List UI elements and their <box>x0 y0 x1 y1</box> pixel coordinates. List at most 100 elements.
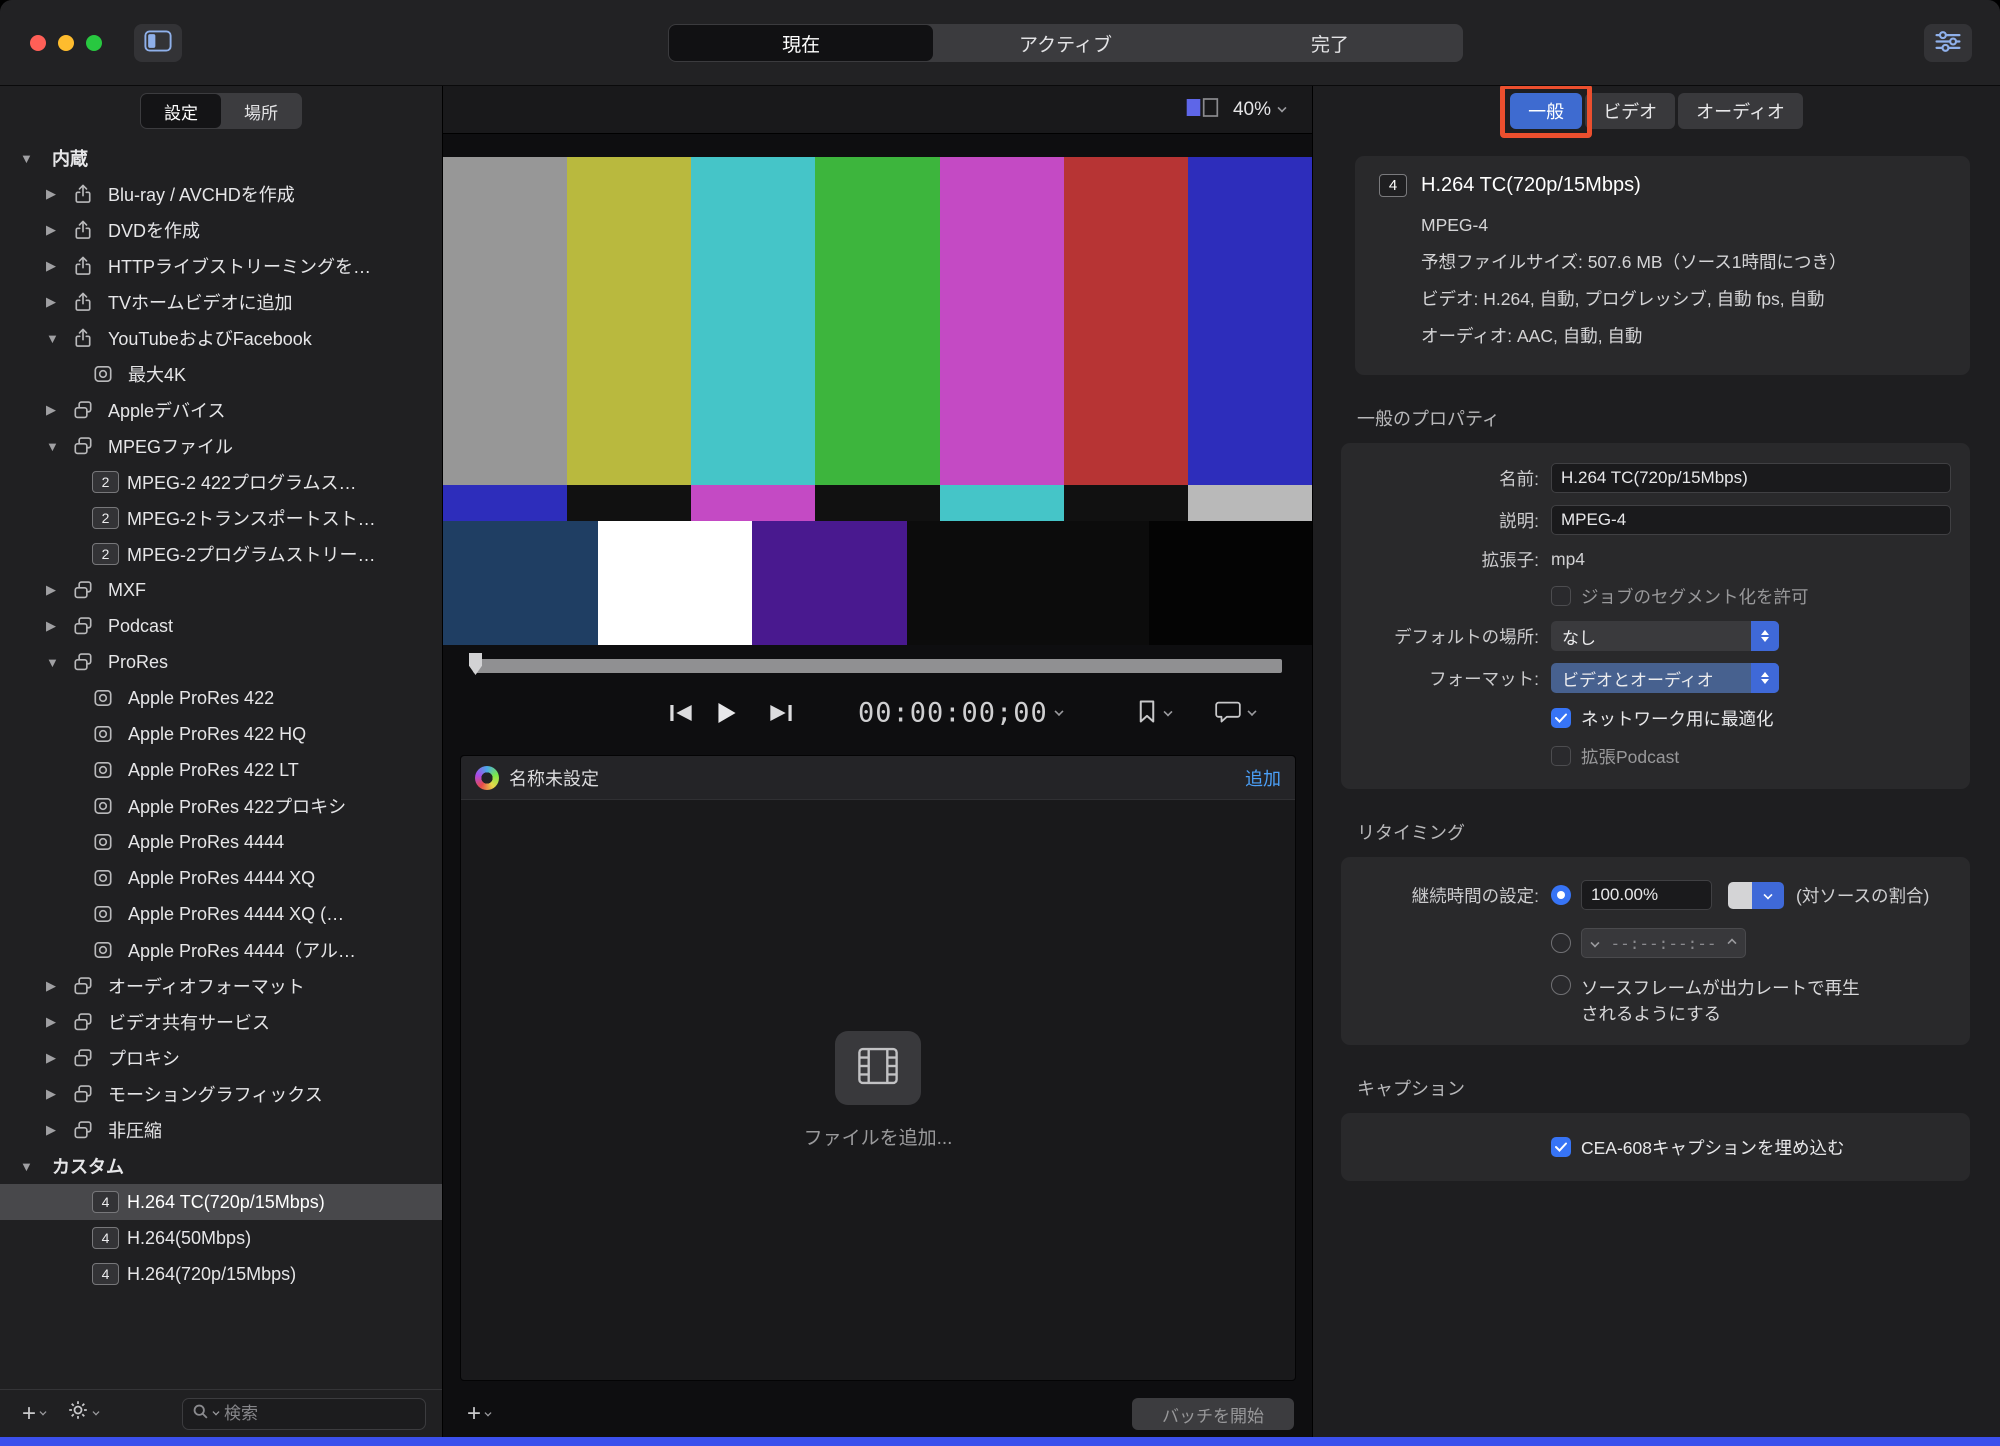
disclosure-right-icon[interactable]: ▶ <box>46 1122 72 1138</box>
disclosure-right-icon[interactable]: ▶ <box>46 1086 72 1102</box>
extended-podcast-checkbox[interactable] <box>1551 746 1571 766</box>
disclosure-right-icon[interactable]: ▶ <box>46 294 72 310</box>
default-location-popup[interactable]: なし <box>1551 621 1779 651</box>
description-input[interactable] <box>1551 505 1951 535</box>
tree-item-row[interactable]: ▶DVDを作成 <box>0 212 442 248</box>
timecode-display[interactable]: 00:00:00;00 <box>858 698 1063 729</box>
tree-item-row[interactable]: Apple ProRes 422プロキシ <box>0 788 442 824</box>
disclosure-down-icon[interactable]: ▼ <box>46 439 72 454</box>
format-popup[interactable]: ビデオとオーディオ <box>1551 663 1779 693</box>
segmentation-checkbox[interactable] <box>1551 586 1571 606</box>
network-optimize-checkbox[interactable] <box>1551 708 1571 728</box>
tree-group-row[interactable]: ▼内蔵 <box>0 140 442 176</box>
duration-timecode-field[interactable]: --:--:--:-- <box>1581 928 1746 958</box>
tab-completed[interactable]: 完了 <box>1198 25 1462 61</box>
tree-item-row[interactable]: 4H.264(50Mbps) <box>0 1220 442 1256</box>
percent-preset-popup[interactable] <box>1728 882 1784 909</box>
disclosure-right-icon[interactable]: ▶ <box>46 258 72 274</box>
disclosure-down-icon[interactable]: ▼ <box>20 151 46 166</box>
disclosure-down-icon[interactable]: ▼ <box>20 1159 46 1174</box>
tab-video[interactable]: ビデオ <box>1585 93 1675 129</box>
disclosure-right-icon[interactable]: ▶ <box>46 402 72 418</box>
duration-radio[interactable] <box>1551 933 1571 953</box>
tree-item-row[interactable]: Apple ProRes 4444 <box>0 824 442 860</box>
tree-item-row[interactable]: 2MPEG-2プログラムストリー… <box>0 536 442 572</box>
tab-active[interactable]: アクティブ <box>933 25 1197 61</box>
tree-item-row[interactable]: ▶Podcast <box>0 608 442 644</box>
tree-item-row[interactable]: ▼YouTubeおよびFacebook <box>0 320 442 356</box>
tree-item-row[interactable]: 最大4K <box>0 356 442 392</box>
search-field[interactable] <box>182 1398 426 1430</box>
inspector-toggle-button[interactable] <box>1924 24 1972 62</box>
tab-audio[interactable]: オーディオ <box>1678 93 1803 129</box>
tree-group-row[interactable]: ▼カスタム <box>0 1148 442 1184</box>
minimize-window-button[interactable] <box>58 35 74 51</box>
tree-item-row[interactable]: ▼MPEGファイル <box>0 428 442 464</box>
tab-locations[interactable]: 場所 <box>221 94 301 128</box>
zoom-level-button[interactable]: 40% <box>1233 99 1286 121</box>
tab-general[interactable]: 一般 <box>1510 93 1582 129</box>
tree-item-row[interactable]: 2MPEG-2トランスポートスト… <box>0 500 442 536</box>
tree-item-row[interactable]: Apple ProRes 4444 XQ (… <box>0 896 442 932</box>
disclosure-right-icon[interactable]: ▶ <box>46 978 72 994</box>
search-input[interactable] <box>224 1404 416 1424</box>
previous-frame-button[interactable] <box>669 704 693 723</box>
add-setting-button[interactable]: + <box>16 1400 53 1428</box>
disclosure-down-icon[interactable]: ▼ <box>46 331 72 346</box>
smpte-bottom-bars <box>443 521 1312 645</box>
add-batch-item-button[interactable]: + <box>461 1400 498 1428</box>
source-playback-radio[interactable] <box>1551 975 1571 995</box>
add-file-button[interactable] <box>835 1031 921 1105</box>
tree-item-row[interactable]: ▶Blu-ray / AVCHDを作成 <box>0 176 442 212</box>
tree-item-row[interactable]: 4H.264(720p/15Mbps) <box>0 1256 442 1292</box>
tree-item-row[interactable]: ▶TVホームビデオに追加 <box>0 284 442 320</box>
close-window-button[interactable] <box>30 35 46 51</box>
disclosure-down-icon[interactable]: ▼ <box>46 655 72 670</box>
percent-radio[interactable] <box>1551 885 1571 905</box>
chevron-down-icon <box>40 1408 47 1415</box>
name-input[interactable] <box>1551 463 1951 493</box>
tree-item-row[interactable]: ▶モーショングラフィックス <box>0 1076 442 1112</box>
tree-item-row[interactable]: ▶オーディオフォーマット <box>0 968 442 1004</box>
tree-item-row[interactable]: Apple ProRes 4444 XQ <box>0 860 442 896</box>
start-batch-button[interactable]: バッチを開始 <box>1132 1398 1294 1430</box>
tree-item-row[interactable]: Apple ProRes 422 <box>0 680 442 716</box>
chevron-down-icon <box>1163 707 1172 716</box>
disclosure-right-icon[interactable]: ▶ <box>46 222 72 238</box>
tree-item-row[interactable]: ▶プロキシ <box>0 1040 442 1076</box>
tree-item-row[interactable]: Apple ProRes 4444（アル… <box>0 932 442 968</box>
batch-drop-area[interactable]: ファイルを追加... <box>461 800 1295 1380</box>
tab-settings[interactable]: 設定 <box>141 94 221 128</box>
zoom-window-button[interactable] <box>86 35 102 51</box>
percent-input[interactable] <box>1581 880 1712 910</box>
tree-item-row[interactable]: Apple ProRes 422 HQ <box>0 716 442 752</box>
tree-item-label: HTTPライブストリーミングを… <box>108 253 371 279</box>
toggle-sidebar-button[interactable] <box>134 24 182 62</box>
disclosure-right-icon[interactable]: ▶ <box>46 186 72 202</box>
compare-view-icon[interactable] <box>1185 96 1219 124</box>
tree-item-row[interactable]: ▶MXF <box>0 572 442 608</box>
annotation-button[interactable] <box>1215 700 1256 727</box>
next-frame-button[interactable] <box>769 704 793 723</box>
preview-and-batch-area: 40% <box>443 86 1312 1437</box>
play-button[interactable] <box>717 701 737 725</box>
tree-item-row[interactable]: ▶Appleデバイス <box>0 392 442 428</box>
disclosure-right-icon[interactable]: ▶ <box>46 1050 72 1066</box>
tree-item-row[interactable]: 4H.264 TC(720p/15Mbps) <box>0 1184 442 1220</box>
add-job-link[interactable]: 追加 <box>1245 765 1281 791</box>
marker-button[interactable] <box>1137 699 1172 727</box>
tree-item-row[interactable]: ▼ProRes <box>0 644 442 680</box>
disclosure-right-icon[interactable]: ▶ <box>46 618 72 634</box>
tree-item-row[interactable]: ▶非圧縮 <box>0 1112 442 1148</box>
timeline-scrubber[interactable] <box>443 645 1312 685</box>
tree-item-row[interactable]: ▶ HTTPライブストリーミングを… <box>0 248 442 284</box>
disclosure-right-icon[interactable]: ▶ <box>46 582 72 598</box>
tree-item-row[interactable]: Apple ProRes 422 LT <box>0 752 442 788</box>
disclosure-right-icon[interactable]: ▶ <box>46 1014 72 1030</box>
tree-item-row[interactable]: ▶ビデオ共有サービス <box>0 1004 442 1040</box>
action-menu-button[interactable] <box>61 1399 106 1428</box>
tab-current[interactable]: 現在 <box>669 25 933 61</box>
cea608-checkbox[interactable] <box>1551 1137 1571 1157</box>
scrubber-track[interactable] <box>473 659 1282 673</box>
tree-item-row[interactable]: 2MPEG-2 422プログラムス… <box>0 464 442 500</box>
